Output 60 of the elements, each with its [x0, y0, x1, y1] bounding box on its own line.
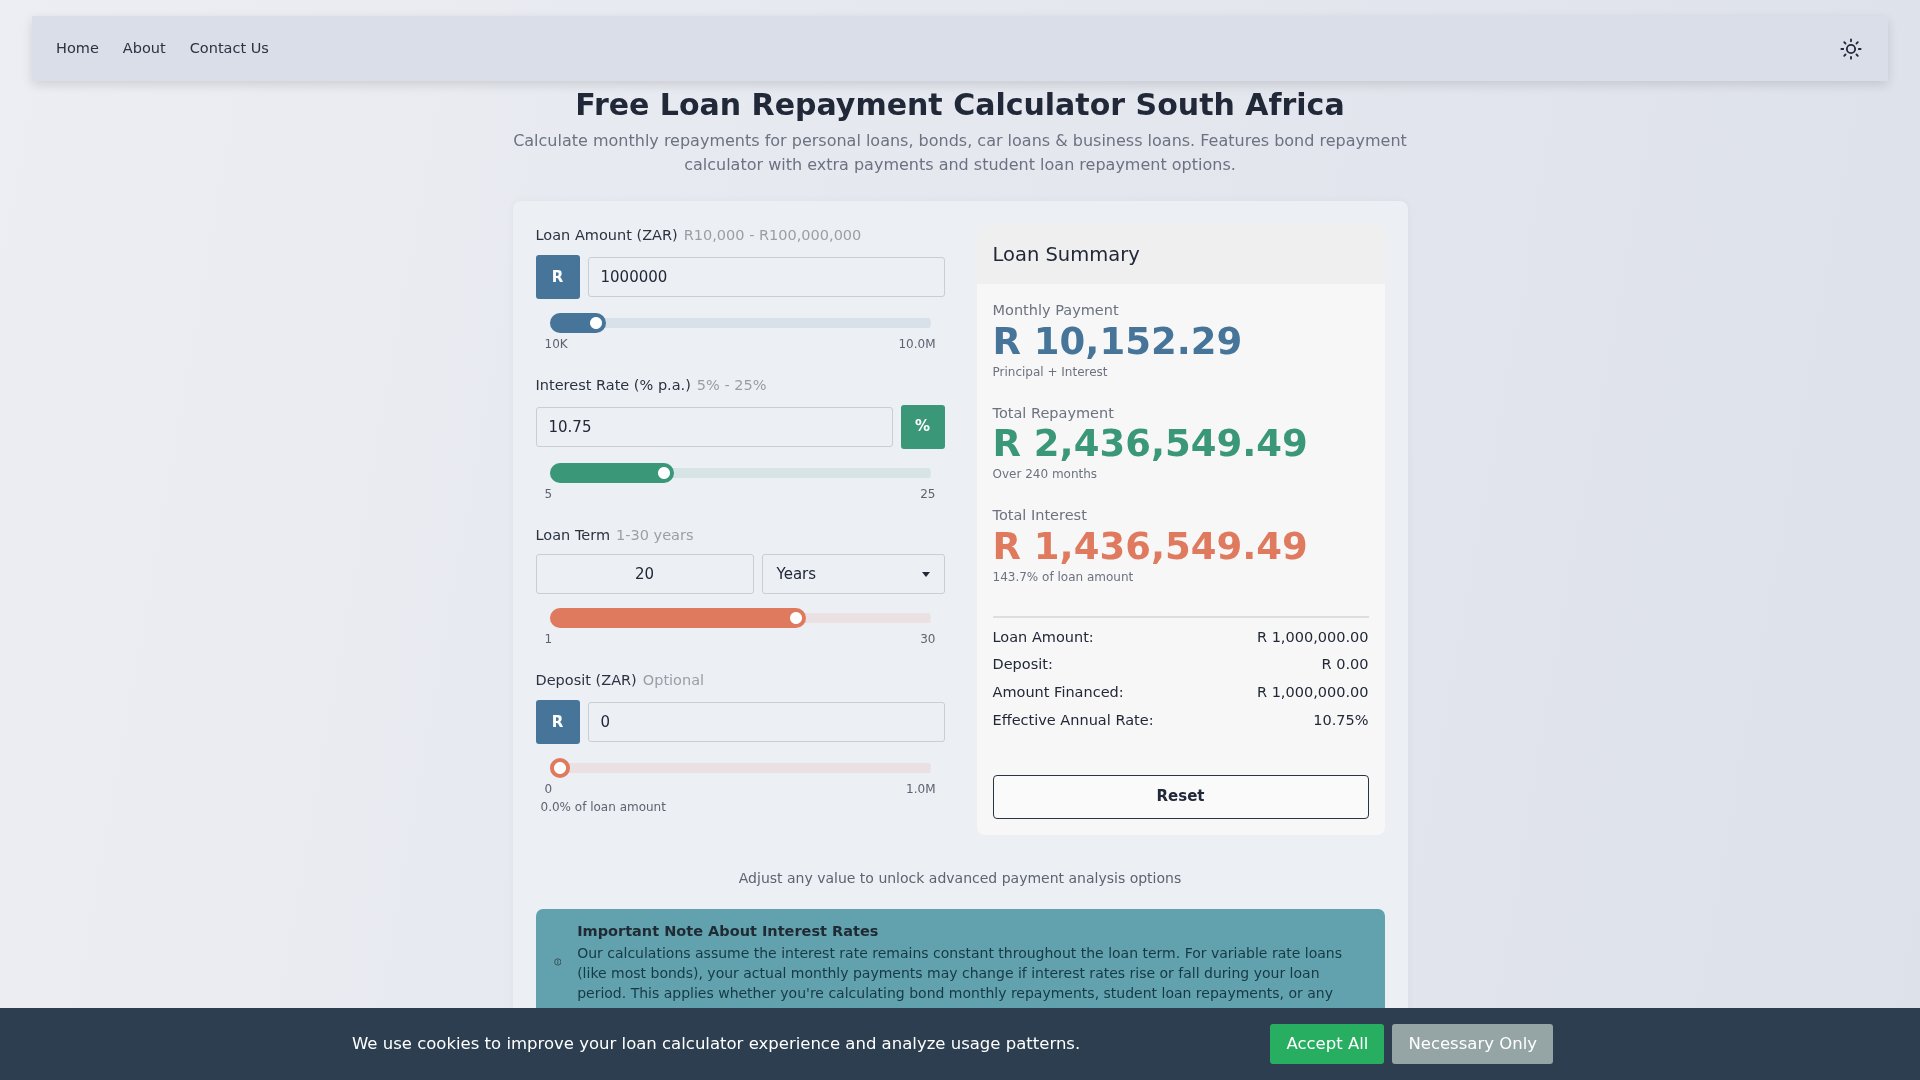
field-hint: 5% - 25%: [696, 375, 767, 395]
field-hint: Optional: [642, 671, 705, 691]
currency-addon-button[interactable]: R: [535, 254, 580, 299]
figure-value: R 2,436,549.49: [992, 424, 1309, 466]
figure-label: Total Interest: [992, 506, 1088, 526]
note-title: Important Note About Interest Rates: [577, 922, 880, 941]
detail-value: R 0.00: [1321, 655, 1369, 675]
slider-max-label: 30: [920, 631, 936, 649]
slider-max-label: 25: [920, 485, 936, 503]
figure-value: R 1,436,549.49: [992, 526, 1309, 568]
figure-note: Over 240 months: [992, 466, 1099, 484]
slider-min-label: 5: [544, 485, 553, 503]
nav-link[interactable]: About: [122, 33, 166, 64]
slider[interactable]: [549, 608, 931, 629]
input-field[interactable]: 10.75: [535, 406, 893, 447]
detail-value: R 1,000,000.00: [1256, 627, 1369, 647]
sun-icon: [1840, 37, 1862, 60]
slider-handle[interactable]: [549, 608, 806, 629]
field-label: Interest Rate (% p.a.): [535, 375, 691, 395]
slider-handle[interactable]: [549, 758, 570, 778]
reset-button[interactable]: Reset: [992, 774, 1369, 819]
field-label: Deposit (ZAR): [535, 671, 637, 691]
detail-label: Amount Financed:: [992, 683, 1124, 703]
detail-value: 10.75%: [1313, 710, 1369, 730]
note-text: Our calculations assume the interest rate remains constant throughout the loan term. For variable rate loans (like most bonds), your actual monthly payments may change if interest rates rise or fall during your loan period. This applies whether you're calculating bond monthly repayments, student loan repayments, or any: [577, 943, 1343, 1003]
currency-addon-button[interactable]: R: [535, 700, 580, 744]
detail-label: Effective Annual Rate:: [992, 710, 1154, 730]
detail-label: Loan Amount:: [992, 627, 1094, 647]
slider-max-label: 10.0M: [898, 335, 936, 353]
detail-label: Deposit:: [992, 655, 1053, 675]
figure-note: Principal + Interest: [992, 363, 1109, 381]
figure-note: 143.7% of loan amount: [992, 568, 1135, 586]
field-hint: R10,000 - R100,000,000: [683, 226, 862, 245]
figure-label: Total Repayment: [992, 403, 1115, 423]
nav-link[interactable]: Contact Us: [189, 33, 269, 64]
slider-max-label: 1.0M: [906, 781, 936, 798]
slider-handle[interactable]: [549, 462, 675, 483]
nav-link[interactable]: Home: [56, 33, 99, 64]
figure-value: R 10,152.29: [992, 322, 1244, 363]
slider-min-label: 10K: [544, 335, 568, 353]
field-label: Loan Term: [535, 525, 611, 545]
slider-handle[interactable]: [549, 312, 606, 333]
input-field[interactable]: 1000000: [587, 256, 945, 297]
input-field[interactable]: 20: [535, 554, 754, 595]
cookie-text: We use cookies to improve your loan calculator experience and analyze usage patterns.: [352, 1032, 1081, 1055]
detail-value: R 1,000,000.00: [1256, 683, 1369, 703]
input-field[interactable]: 0: [587, 702, 945, 742]
page-subtitle: Calculate monthly repayments for personal loans, bonds, car loans & business loans. Features bond repayment calculator with extra payments and student loan repayment options.: [512, 130, 1408, 176]
unit-dropdown[interactable]: Years: [761, 554, 945, 595]
slider-min-label: 0: [544, 781, 553, 798]
field-hint: 1-30 years: [616, 525, 694, 545]
caret-icon: [921, 571, 930, 577]
summary-title: Loan Summary: [976, 225, 1385, 285]
field-label: Loan Amount (ZAR): [535, 226, 678, 245]
figure-label: Monthly Payment: [992, 301, 1120, 321]
unlock-hint: Adjust any value to unlock advanced payment analysis options: [738, 870, 1182, 886]
percent-addon-button[interactable]: %: [900, 404, 945, 449]
slider-min-label: 1: [544, 631, 553, 649]
field-note: 0.0% of loan amount: [540, 799, 667, 816]
page-title: Free Loan Repayment Calculator South Africa: [575, 87, 1345, 123]
